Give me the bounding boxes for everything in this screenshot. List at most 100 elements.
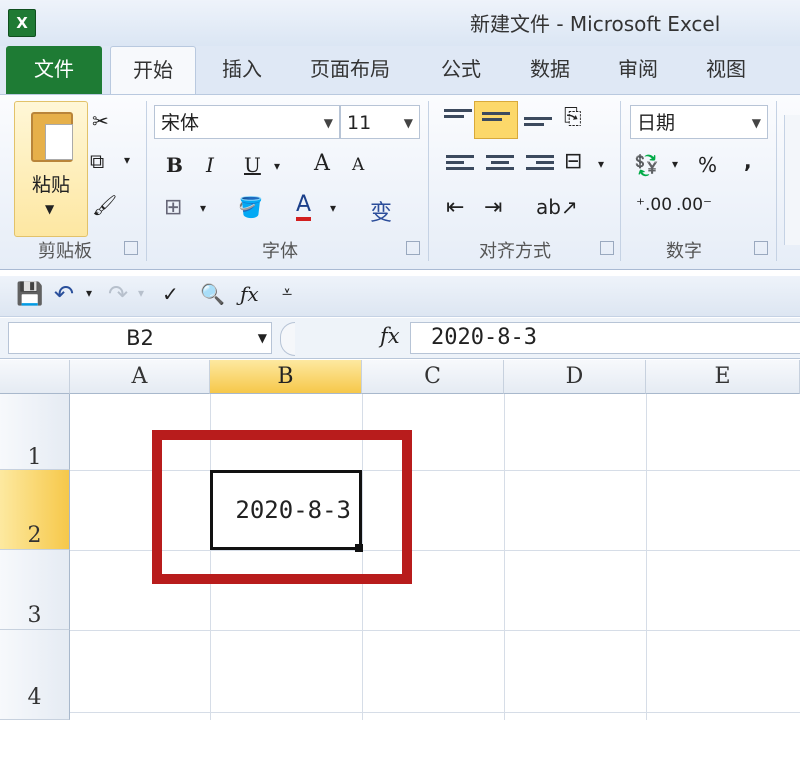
merge-center-icon[interactable]: ⊟ xyxy=(564,149,582,174)
group-divider xyxy=(146,101,147,261)
format-painter-icon[interactable]: 🖌 xyxy=(92,193,117,217)
comma-button[interactable]: , xyxy=(744,149,752,173)
currency-dropdown-icon[interactable]: ▾ xyxy=(672,157,678,171)
paste-button[interactable]: 粘贴 ▼ xyxy=(14,101,88,237)
column-header-c[interactable]: C xyxy=(362,360,504,394)
chevron-down-icon: ▼ xyxy=(403,116,413,130)
gridline xyxy=(646,394,647,720)
align-right-icon[interactable] xyxy=(526,155,554,177)
paste-dropdown-arrow[interactable]: ▼ xyxy=(45,202,54,216)
tab-formulas[interactable]: 公式 xyxy=(426,46,496,94)
redo-icon[interactable]: ↷ xyxy=(108,280,128,308)
fill-color-icon[interactable]: 🪣 xyxy=(238,195,263,219)
quick-access-toolbar: 💾 ↶ ▾ ↷ ▾ ✓ 🔍 ƒx ⩡ xyxy=(0,276,800,317)
alignment-launcher-icon[interactable] xyxy=(600,241,614,255)
tab-file[interactable]: 文件 xyxy=(6,46,102,94)
fx-icon[interactable]: fx xyxy=(380,324,400,348)
font-launcher-icon[interactable] xyxy=(406,241,420,255)
copy-icon[interactable]: ⧉ xyxy=(90,149,104,173)
window-title: 新建文件 - Microsoft Excel xyxy=(470,12,721,36)
percent-button[interactable]: % xyxy=(698,153,717,177)
decrease-indent-icon[interactable]: ⇤ xyxy=(446,195,464,220)
tab-review[interactable]: 审阅 xyxy=(606,46,670,94)
font-size-select[interactable]: 11 ▼ xyxy=(340,105,420,139)
grow-font-button[interactable]: A xyxy=(314,151,330,176)
copy-dropdown-icon[interactable]: ▾ xyxy=(124,153,130,167)
number-format-value: 日期 xyxy=(637,112,676,134)
row-header-3[interactable]: 3 xyxy=(0,550,70,630)
name-box[interactable]: B2 ▼ xyxy=(8,322,272,354)
decrease-decimal-icon[interactable]: .00⁻ xyxy=(676,195,712,215)
excel-app-icon[interactable]: X xyxy=(8,9,36,37)
group-divider xyxy=(428,101,429,261)
annotation-highlight-box xyxy=(152,430,412,584)
group-divider xyxy=(776,101,777,261)
border-icon[interactable]: ⊞ xyxy=(164,195,182,220)
number-format-select[interactable]: 日期 ▼ xyxy=(630,105,768,139)
clipboard-launcher-icon[interactable] xyxy=(124,241,138,255)
formula-input[interactable]: 2020-8-3 xyxy=(410,322,800,354)
insert-function-icon[interactable]: ƒx xyxy=(240,282,259,306)
orientation-icon[interactable]: ab↗ xyxy=(536,195,578,219)
font-color-button[interactable]: A xyxy=(296,193,312,221)
select-all-corner[interactable] xyxy=(0,360,70,394)
align-top-icon[interactable] xyxy=(444,109,472,131)
spelling-icon[interactable]: ✓ xyxy=(162,282,179,306)
font-color-dropdown-icon[interactable]: ▾ xyxy=(330,201,336,215)
font-size-value: 11 xyxy=(347,112,372,134)
align-middle-button[interactable] xyxy=(474,101,518,139)
row-header-4[interactable]: 4 xyxy=(0,630,70,720)
shrink-font-button[interactable]: A xyxy=(352,155,364,175)
clipboard-group-label: 剪贴板 xyxy=(38,241,92,262)
underline-dropdown-icon[interactable]: ▾ xyxy=(274,159,280,173)
row-header-2[interactable]: 2 xyxy=(0,470,70,550)
cut-icon[interactable]: ✂ xyxy=(92,109,109,133)
column-header-e[interactable]: E xyxy=(646,360,800,394)
column-header-d[interactable]: D xyxy=(504,360,646,394)
merge-dropdown-icon[interactable]: ▾ xyxy=(598,157,604,171)
phonetic-button[interactable]: 变 xyxy=(370,195,392,227)
ribbon-overflow-group[interactable] xyxy=(784,115,800,245)
clipboard-icon xyxy=(31,112,73,162)
tab-insert[interactable]: 插入 xyxy=(212,46,272,94)
align-left-icon[interactable] xyxy=(446,155,474,177)
row-header-1[interactable]: 1 xyxy=(0,394,70,470)
border-dropdown-icon[interactable]: ▾ xyxy=(200,201,206,215)
save-icon[interactable]: 💾 xyxy=(16,282,43,307)
name-box-value: B2 xyxy=(126,326,154,350)
paste-label: 粘贴 xyxy=(31,174,70,196)
chevron-down-icon: ▼ xyxy=(751,116,761,130)
customize-qat-icon[interactable]: ⩡ xyxy=(282,282,292,303)
formula-bar-splitter[interactable] xyxy=(280,322,295,356)
column-header-a[interactable]: A xyxy=(70,360,210,394)
column-header-b[interactable]: B xyxy=(210,360,362,394)
italic-button[interactable]: I xyxy=(206,153,214,177)
worksheet-grid[interactable]: A B C D E 1 2 3 4 2020-8-3 xyxy=(0,360,800,720)
wrap-text-icon[interactable]: ⎘ xyxy=(564,105,582,130)
bold-button[interactable]: B xyxy=(166,153,183,177)
ribbon: 粘贴 ▼ ✂ ⧉ ▾ 🖌 剪贴板 宋体 ▼ 11 ▼ B I U ▾ A A ⊞… xyxy=(0,94,800,270)
title-bar: X 新建文件 - Microsoft Excel xyxy=(0,0,800,47)
tab-home[interactable]: 开始 xyxy=(110,46,196,95)
currency-icon[interactable]: 💱 xyxy=(634,153,659,177)
undo-dropdown-icon[interactable]: ▾ xyxy=(86,286,92,300)
number-launcher-icon[interactable] xyxy=(754,241,768,255)
redo-dropdown-icon[interactable]: ▾ xyxy=(138,286,144,300)
increase-decimal-icon[interactable]: ⁺.00 xyxy=(636,195,672,215)
tab-page-layout[interactable]: 页面布局 xyxy=(300,46,400,94)
undo-icon[interactable]: ↶ xyxy=(54,280,74,308)
align-bottom-icon[interactable] xyxy=(524,117,552,139)
align-center-icon[interactable] xyxy=(486,155,514,177)
font-name-select[interactable]: 宋体 ▼ xyxy=(154,105,340,139)
gridline xyxy=(504,394,505,720)
print-preview-icon[interactable]: 🔍 xyxy=(200,282,225,306)
ribbon-tabs: 文件 开始 插入 页面布局 公式 数据 审阅 视图 xyxy=(0,46,800,95)
font-name-value: 宋体 xyxy=(161,112,200,134)
underline-button[interactable]: U xyxy=(244,153,261,177)
tab-data[interactable]: 数据 xyxy=(518,46,582,94)
group-divider xyxy=(620,101,621,261)
tab-view[interactable]: 视图 xyxy=(694,46,758,94)
chevron-down-icon: ▼ xyxy=(323,116,333,130)
increase-indent-icon[interactable]: ⇥ xyxy=(484,195,502,220)
alignment-group-label: 对齐方式 xyxy=(479,241,551,262)
